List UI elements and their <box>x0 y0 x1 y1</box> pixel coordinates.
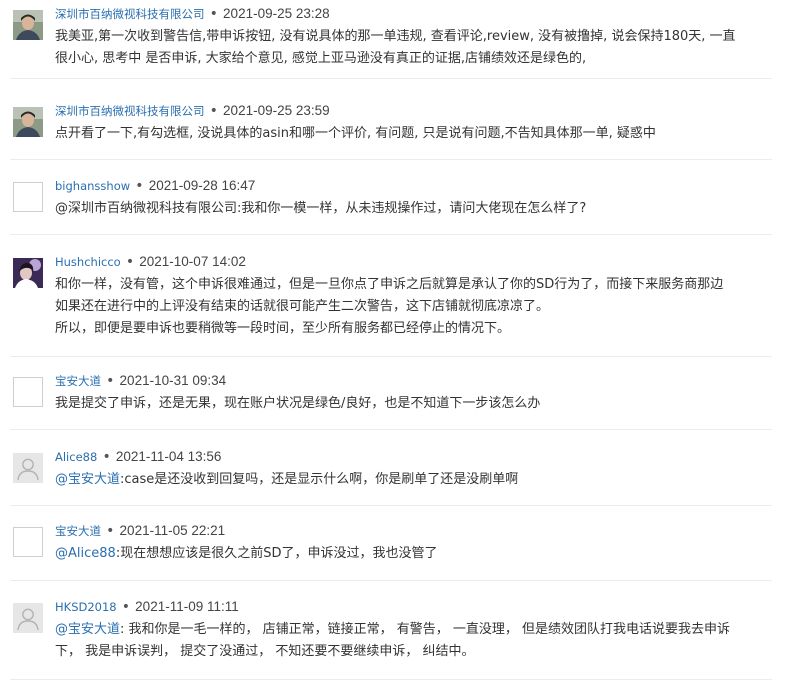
comment-body: @宝安大道: 我和你是一毛一样的， 店铺正常，链接正常， 有警告， 一直没理， … <box>55 619 775 663</box>
meta-separator: • <box>209 103 218 119</box>
comment-meta: bighansshow • 2021-09-28 16:47 <box>55 176 255 196</box>
comment-date: 2021-09-28 16:47 <box>148 178 256 193</box>
comment-item: 宝安大道 • 2021-11-05 22:21 @Alice88:现在想想应该是… <box>10 521 772 581</box>
comment-date: 2021-11-05 22:21 <box>119 523 226 538</box>
comment-meta: HKSD2018 • 2021-11-09 11:11 <box>55 597 239 617</box>
comment-author-link[interactable]: 深圳市百纳微视科技有限公司 <box>55 104 205 118</box>
comment-meta: Hushchicco • 2021-10-07 14:02 <box>55 252 246 272</box>
blank-avatar-icon[interactable] <box>13 527 43 557</box>
mention-link[interactable]: @Alice88 <box>55 546 116 561</box>
comment-meta: 宝安大道 • 2021-10-31 09:34 <box>55 371 226 391</box>
blank-avatar-icon[interactable] <box>13 377 43 407</box>
comment-author-link[interactable]: HKSD2018 <box>55 600 117 614</box>
comment-date: 2021-10-31 09:34 <box>119 373 227 388</box>
default-user-icon[interactable] <box>13 453 43 483</box>
comment-date: 2021-09-25 23:28 <box>223 6 330 21</box>
meta-separator: • <box>125 254 135 270</box>
comment-line: 点开看了一下,有勾选框, 没说具体的asin和哪一个评价, 有问题, 只是说有问… <box>55 126 656 141</box>
comment-author-link[interactable]: 宝安大道 <box>55 524 101 538</box>
meta-separator: • <box>106 523 115 539</box>
comment-body: 我美亚,第一次收到警告信,带申诉按钮, 没有说具体的那一单违规, 查看评论,re… <box>55 26 775 70</box>
comment-line: 如果还在进行中的上评没有结束的话就很可能产生二次警告，这下店铺就彻底凉凉了。 <box>55 299 550 314</box>
comment-date: 2021-11-09 11:11 <box>135 599 239 614</box>
comment-item: Hushchicco • 2021-10-07 14:02 和你一样，没有管，这… <box>10 252 772 357</box>
comment-text: :case是还没收到回复吗，还是显示什么啊，你是刷单了还是没刷单啊 <box>120 472 519 487</box>
meta-separator: • <box>121 599 131 615</box>
comment-body: @深圳市百纳微视科技有限公司:我和你一模一样，从未违规操作过，请问大佬现在怎么样… <box>55 198 775 220</box>
comment-text: :现在想想应该是很久之前SD了，申诉没过，我也没管了 <box>115 546 438 561</box>
blank-avatar-icon[interactable] <box>13 182 43 212</box>
comment-meta: Alice88 • 2021-11-04 13:56 <box>55 447 221 467</box>
comment-meta: 宝安大道 • 2021-11-05 22:21 <box>55 521 225 541</box>
meta-separator: • <box>102 449 111 465</box>
comment-meta: 深圳市百纳微视科技有限公司 • 2021-09-25 23:59 <box>55 101 330 121</box>
comment-item: Alice88 • 2021-11-04 13:56 @宝安大道:case是还没… <box>10 447 772 506</box>
comment-item: 深圳市百纳微视科技有限公司 • 2021-09-25 23:59 点开看了一下,… <box>10 101 772 160</box>
comment-item: 深圳市百纳微视科技有限公司 • 2021-09-25 23:28 我美亚,第一次… <box>10 4 772 79</box>
comment-line: 所以，即便是要申诉也要稍微等一段时间，至少所有服务都已经停止的情况下。 <box>55 321 511 336</box>
comment-author-link[interactable]: 深圳市百纳微视科技有限公司 <box>55 7 205 21</box>
comment-list: 深圳市百纳微视科技有限公司 • 2021-09-25 23:28 我美亚,第一次… <box>0 0 795 685</box>
comment-author-link[interactable]: Alice88 <box>55 450 97 464</box>
comment-line: 我美亚,第一次收到警告信,带申诉按钮, 没有说具体的那一单违规, 查看评论,re… <box>55 29 736 44</box>
comment-item: 宝安大道 • 2021-10-31 09:34 我是提交了申诉，还是无果，现在账… <box>10 371 772 430</box>
comment-meta: 深圳市百纳微视科技有限公司 • 2021-09-25 23:28 <box>55 4 330 24</box>
comment-item: HKSD2018 • 2021-11-09 11:11 @宝安大道: 我和你是一… <box>10 597 772 680</box>
comment-body: 点开看了一下,有勾选框, 没说具体的asin和哪一个评价, 有问题, 只是说有问… <box>55 123 775 145</box>
comment-author-link[interactable]: Hushchicco <box>55 255 121 269</box>
comment-body: 我是提交了申诉，还是无果，现在账户状况是绿色/良好，也是不知道下一步该怎么办 <box>55 393 775 415</box>
photo-man-icon[interactable] <box>13 10 43 40</box>
comment-body: 和你一样，没有管，这个申诉很难通过，但是一旦你点了申诉之后就算是承认了你的SD行… <box>55 274 775 340</box>
mention-link[interactable]: @宝安大道 <box>55 622 120 637</box>
meta-separator: • <box>106 373 115 389</box>
comment-line: 和你一样，没有管，这个申诉很难通过，但是一旦你点了申诉之后就算是承认了你的SD行… <box>55 277 724 292</box>
comment-line: @深圳市百纳微视科技有限公司:我和你一模一样，从未违规操作过，请问大佬现在怎么样… <box>55 201 587 216</box>
comment-line: 很小心, 思考中 是否申诉, 大家给个意见, 感觉上亚马逊没有真正的证据,店铺绩… <box>55 51 587 66</box>
comment-date: 2021-11-04 13:56 <box>115 449 222 464</box>
comment-date: 2021-09-25 23:59 <box>223 103 330 118</box>
comment-item: bighansshow • 2021-09-28 16:47 @深圳市百纳微视科… <box>10 176 772 235</box>
meta-separator: • <box>209 6 218 22</box>
comment-text: : 我和你是一毛一样的， 店铺正常，链接正常， 有警告， 一直没理， 但是绩效团… <box>120 622 731 637</box>
comment-line: 下， 我是申诉误判， 提交了没通过， 不知还要不要继续申诉， 纠结中。 <box>55 644 475 659</box>
comment-body: @Alice88:现在想想应该是很久之前SD了，申诉没过，我也没管了 <box>55 543 775 565</box>
comment-author-link[interactable]: bighansshow <box>55 179 130 193</box>
meta-separator: • <box>135 178 144 194</box>
default-user-icon[interactable] <box>13 603 43 633</box>
photo-man-icon[interactable] <box>13 107 43 137</box>
comment-author-link[interactable]: 宝安大道 <box>55 374 101 388</box>
mention-link[interactable]: @宝安大道 <box>55 472 120 487</box>
comment-line: 我是提交了申诉，还是无果，现在账户状况是绿色/良好，也是不知道下一步该怎么办 <box>55 396 541 411</box>
comment-body: @宝安大道:case是还没收到回复吗，还是显示什么啊，你是刷单了还是没刷单啊 <box>55 469 775 491</box>
comment-line: @Alice88:现在想想应该是很久之前SD了，申诉没过，我也没管了 <box>55 543 775 565</box>
comment-line: @宝安大道:case是还没收到回复吗，还是显示什么啊，你是刷单了还是没刷单啊 <box>55 469 775 491</box>
photo-purple-icon[interactable] <box>13 258 43 288</box>
comment-line: @宝安大道: 我和你是一毛一样的， 店铺正常，链接正常， 有警告， 一直没理， … <box>55 619 775 641</box>
comment-date: 2021-10-07 14:02 <box>139 254 246 269</box>
